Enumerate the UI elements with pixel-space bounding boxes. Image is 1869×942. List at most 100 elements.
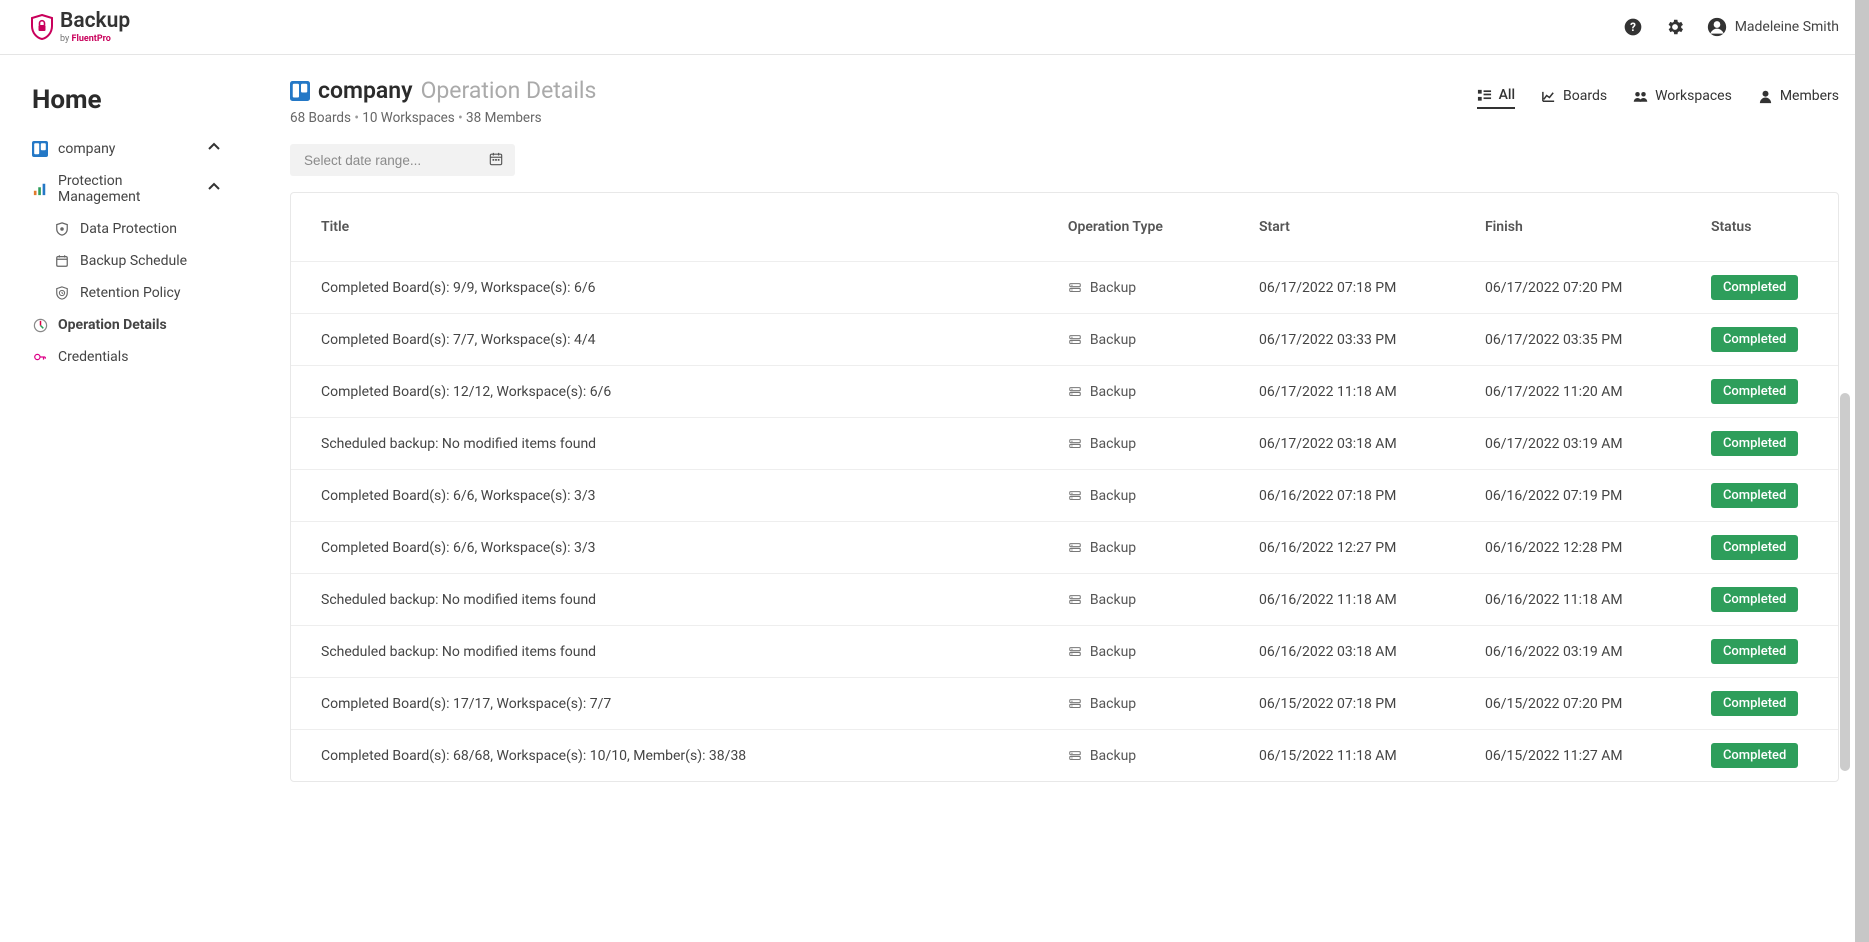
table-row[interactable]: Completed Board(s): 6/6, Workspace(s): 3… xyxy=(291,470,1838,522)
cell-operation-type: Backup xyxy=(1056,418,1247,470)
status-badge: Completed xyxy=(1711,639,1798,664)
date-range-input[interactable] xyxy=(302,152,472,169)
table-row[interactable]: Completed Board(s): 68/68, Workspace(s):… xyxy=(291,730,1838,782)
table-row[interactable]: Completed Board(s): 9/9, Workspace(s): 6… xyxy=(291,262,1838,314)
cell-start: 06/17/2022 07:18 PM xyxy=(1247,262,1473,314)
window-scrollbar[interactable] xyxy=(1855,0,1869,942)
cell-operation-type: Backup xyxy=(1056,574,1247,626)
backup-icon xyxy=(1068,645,1082,659)
table-scrollbar[interactable] xyxy=(1840,393,1850,771)
cell-title: Scheduled backup: No modified items foun… xyxy=(291,574,1056,626)
col-title[interactable]: Title xyxy=(291,193,1056,262)
sidebar-label: Backup Schedule xyxy=(80,253,187,269)
users-icon xyxy=(1633,89,1648,104)
cell-title: Completed Board(s): 9/9, Workspace(s): 6… xyxy=(291,262,1056,314)
table-row[interactable]: Completed Board(s): 17/17, Workspace(s):… xyxy=(291,678,1838,730)
status-badge: Completed xyxy=(1711,327,1798,352)
cell-finish: 06/16/2022 12:28 PM xyxy=(1473,522,1699,574)
cell-title: Scheduled backup: No modified items foun… xyxy=(291,626,1056,678)
sidebar-item-credentials[interactable]: Credentials xyxy=(32,341,260,373)
sidebar-item-operation-details[interactable]: Operation Details xyxy=(32,309,260,341)
sidebar-item-data-protection[interactable]: Data Protection xyxy=(32,213,260,245)
top-bar: Backup by FluentPro ? Madeleine Smith xyxy=(0,0,1869,55)
cell-start: 06/16/2022 12:27 PM xyxy=(1247,522,1473,574)
cell-status: Completed xyxy=(1699,470,1838,522)
shield-lock-icon xyxy=(30,14,54,40)
backup-icon xyxy=(1068,593,1082,607)
bars-icon xyxy=(32,181,48,197)
cell-title: Completed Board(s): 12/12, Workspace(s):… xyxy=(291,366,1056,418)
page-meta: 68 Boards 10 Workspaces 38 Members xyxy=(290,110,596,126)
table-row[interactable]: Scheduled backup: No modified items foun… xyxy=(291,418,1838,470)
cell-start: 06/17/2022 03:18 AM xyxy=(1247,418,1473,470)
tab-all[interactable]: All xyxy=(1477,87,1515,109)
cell-finish: 06/17/2022 03:35 PM xyxy=(1473,314,1699,366)
chart-icon xyxy=(1541,89,1556,104)
main-content: company Operation Details 68 Boards 10 W… xyxy=(280,55,1869,812)
cell-start: 06/15/2022 11:18 AM xyxy=(1247,730,1473,782)
table-row[interactable]: Completed Board(s): 7/7, Workspace(s): 4… xyxy=(291,314,1838,366)
cell-start: 06/15/2022 07:18 PM xyxy=(1247,678,1473,730)
status-badge: Completed xyxy=(1711,691,1798,716)
status-badge: Completed xyxy=(1711,587,1798,612)
cell-title: Completed Board(s): 7/7, Workspace(s): 4… xyxy=(291,314,1056,366)
trello-icon xyxy=(32,141,48,157)
grid-icon xyxy=(1477,88,1492,103)
sidebar-item-retention-policy[interactable]: Retention Policy xyxy=(32,277,260,309)
cell-status: Completed xyxy=(1699,678,1838,730)
svg-text:?: ? xyxy=(1630,20,1636,34)
user-icon xyxy=(1758,89,1773,104)
col-status[interactable]: Status xyxy=(1699,193,1838,262)
gear-icon[interactable] xyxy=(1665,17,1685,37)
cell-finish: 06/17/2022 11:20 AM xyxy=(1473,366,1699,418)
user-menu[interactable]: Madeleine Smith xyxy=(1707,17,1839,37)
sidebar: Home company Protection Management Data xyxy=(0,55,280,812)
cell-finish: 06/15/2022 07:20 PM xyxy=(1473,678,1699,730)
status-badge: Completed xyxy=(1711,483,1798,508)
chevron-up-icon xyxy=(208,141,260,157)
sidebar-label: Credentials xyxy=(58,349,128,365)
col-finish[interactable]: Finish xyxy=(1473,193,1699,262)
user-icon xyxy=(1707,17,1727,37)
cell-operation-type: Backup xyxy=(1056,678,1247,730)
sidebar-item-protection-management[interactable]: Protection Management xyxy=(32,165,260,213)
tab-workspaces[interactable]: Workspaces xyxy=(1633,88,1732,108)
table-row[interactable]: Scheduled backup: No modified items foun… xyxy=(291,574,1838,626)
shield-icon xyxy=(54,221,70,237)
cell-finish: 06/17/2022 03:19 AM xyxy=(1473,418,1699,470)
cell-status: Completed xyxy=(1699,366,1838,418)
cell-finish: 06/16/2022 03:19 AM xyxy=(1473,626,1699,678)
help-icon[interactable]: ? xyxy=(1623,17,1643,37)
col-operation-type[interactable]: Operation Type xyxy=(1056,193,1247,262)
page-title: company Operation Details xyxy=(290,77,596,104)
tab-boards[interactable]: Boards xyxy=(1541,88,1607,108)
sidebar-item-company[interactable]: company xyxy=(32,133,260,165)
cell-finish: 06/16/2022 11:18 AM xyxy=(1473,574,1699,626)
table-row[interactable]: Scheduled backup: No modified items foun… xyxy=(291,626,1838,678)
cell-start: 06/17/2022 03:33 PM xyxy=(1247,314,1473,366)
brand[interactable]: Backup by FluentPro xyxy=(30,11,130,44)
cell-operation-type: Backup xyxy=(1056,470,1247,522)
table-row[interactable]: Completed Board(s): 12/12, Workspace(s):… xyxy=(291,366,1838,418)
sidebar-label: Operation Details xyxy=(58,317,167,333)
backup-icon xyxy=(1068,281,1082,295)
key-icon xyxy=(32,349,48,365)
status-badge: Completed xyxy=(1711,535,1798,560)
home-heading[interactable]: Home xyxy=(32,85,260,115)
cell-status: Completed xyxy=(1699,626,1838,678)
brand-subtitle: by FluentPro xyxy=(60,34,130,44)
cell-finish: 06/15/2022 11:27 AM xyxy=(1473,730,1699,782)
user-name: Madeleine Smith xyxy=(1735,19,1839,35)
tab-members[interactable]: Members xyxy=(1758,88,1839,108)
col-start[interactable]: Start xyxy=(1247,193,1473,262)
backup-icon xyxy=(1068,385,1082,399)
cell-status: Completed xyxy=(1699,522,1838,574)
sidebar-label: Protection Management xyxy=(58,173,198,205)
sidebar-item-backup-schedule[interactable]: Backup Schedule xyxy=(32,245,260,277)
table-row[interactable]: Completed Board(s): 6/6, Workspace(s): 3… xyxy=(291,522,1838,574)
backup-icon xyxy=(1068,697,1082,711)
operations-table: Title Operation Type Start Finish Status… xyxy=(290,192,1839,782)
cell-operation-type: Backup xyxy=(1056,626,1247,678)
date-range-filter[interactable] xyxy=(290,144,515,176)
cell-finish: 06/16/2022 07:19 PM xyxy=(1473,470,1699,522)
